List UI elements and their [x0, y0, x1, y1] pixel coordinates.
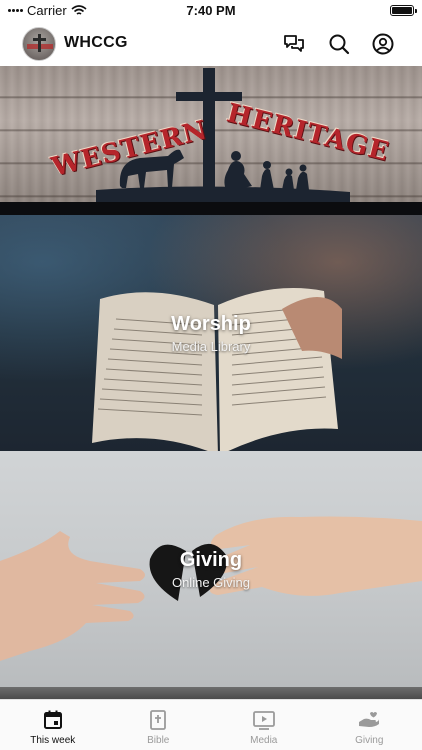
calendar-icon: [41, 708, 65, 732]
banner-title: WESTERN HERITAGE: [0, 98, 422, 186]
tab-label-this-week: This week: [30, 735, 76, 746]
worship-subtitle: Media Library: [171, 338, 251, 354]
worship-tile[interactable]: Worship Media Library: [0, 215, 422, 451]
battery-icon: [390, 5, 417, 16]
giving-hand-icon: [357, 708, 381, 732]
tab-label-giving: Giving: [355, 735, 384, 746]
next-tile-peek: [0, 687, 422, 699]
bible-icon: [146, 708, 170, 732]
tab-label-media: Media: [250, 735, 278, 746]
tab-bible[interactable]: Bible: [106, 700, 212, 750]
banner-ground: [0, 202, 422, 215]
western-heritage-banner[interactable]: WESTERN HERITAGE: [0, 66, 422, 215]
app-header: WHCCG: [0, 22, 422, 66]
giving-tile[interactable]: Giving Online Giving: [0, 451, 422, 687]
app-title: WHCCG: [64, 34, 128, 51]
account-icon[interactable]: [370, 31, 396, 57]
worship-overlay: Worship Media Library: [0, 215, 422, 451]
worship-title: Worship: [171, 312, 251, 335]
chat-icon[interactable]: [281, 31, 307, 57]
tab-label-bible: Bible: [147, 735, 170, 746]
status-time: 7:40 PM: [186, 3, 236, 18]
tab-bar: This week Bible Media Giving: [0, 699, 422, 750]
search-icon[interactable]: [326, 31, 352, 57]
tab-media[interactable]: Media: [211, 700, 317, 750]
status-bar: Carrier 7:40 PM: [0, 0, 422, 22]
tab-giving[interactable]: Giving: [317, 700, 422, 750]
giving-overlay: Giving Online Giving: [0, 451, 422, 687]
banner-word-western: WESTERN: [48, 115, 211, 183]
tab-this-week[interactable]: This week: [0, 700, 106, 750]
giving-subtitle: Online Giving: [171, 574, 251, 590]
giving-title: Giving: [179, 548, 243, 571]
play-icon: [252, 708, 276, 732]
church-logo-icon[interactable]: [22, 27, 56, 61]
banner-word-heritage: HERITAGE: [223, 98, 393, 168]
